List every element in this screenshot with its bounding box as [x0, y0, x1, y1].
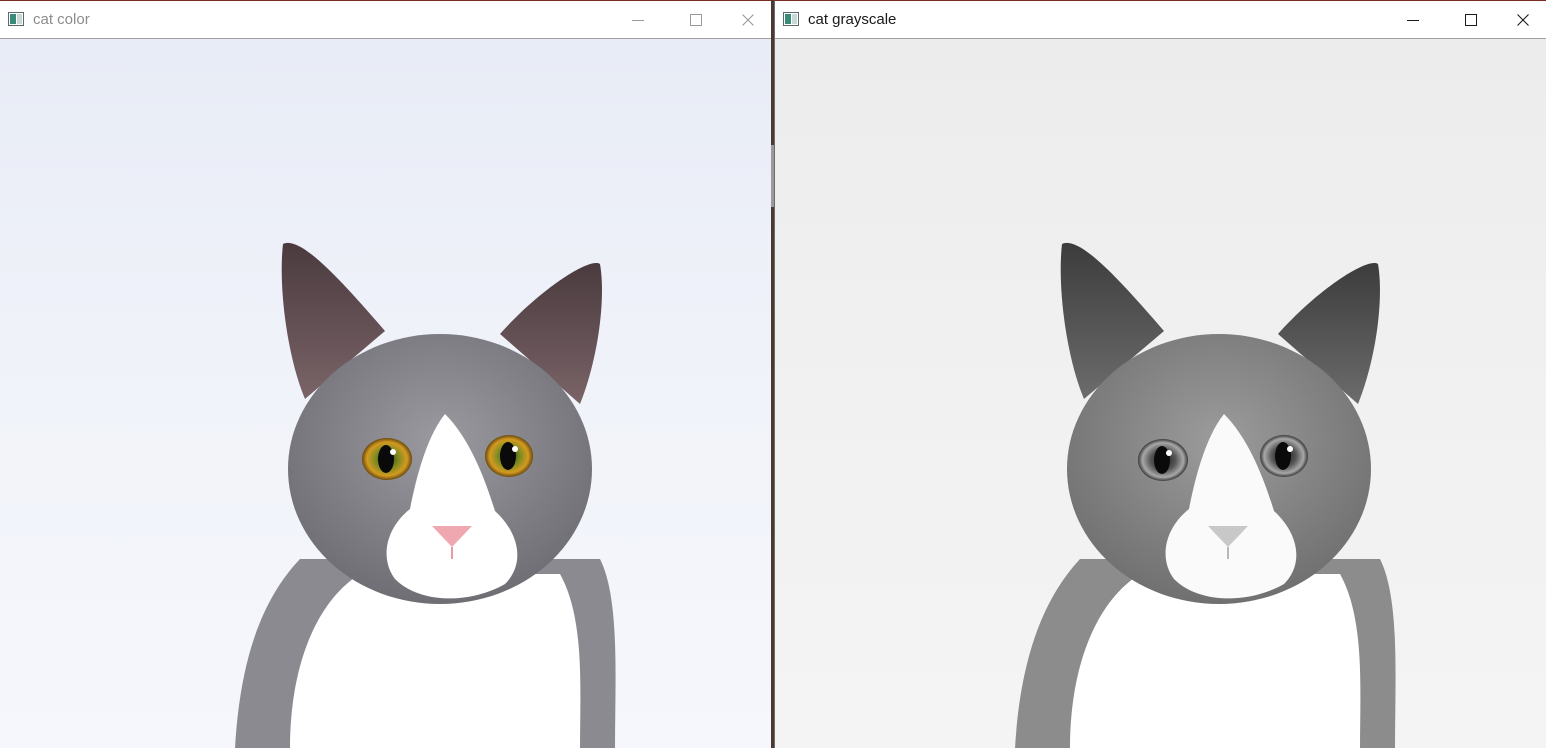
window-title: cat color [33, 11, 90, 28]
maximize-button[interactable] [673, 1, 719, 39]
cat-photo-color [0, 39, 771, 748]
image-canvas[interactable] [775, 39, 1546, 748]
maximize-icon [1465, 14, 1477, 26]
close-icon [742, 14, 754, 26]
cat-photo-grayscale [775, 39, 1546, 748]
close-icon [1517, 14, 1529, 26]
minimize-icon [632, 20, 644, 21]
title-bar[interactable]: cat grayscale [775, 1, 1546, 39]
close-button[interactable] [1500, 1, 1546, 39]
cat-color-window[interactable]: cat color [0, 0, 771, 748]
minimize-icon [1407, 20, 1419, 21]
opencv-window-icon [783, 12, 799, 26]
maximize-button[interactable] [1448, 1, 1494, 39]
maximize-icon [690, 14, 702, 26]
close-button[interactable] [725, 1, 771, 39]
image-canvas[interactable] [0, 39, 771, 748]
minimize-button[interactable] [1390, 1, 1436, 39]
opencv-window-icon [8, 12, 24, 26]
cat-grayscale-window[interactable]: cat grayscale [774, 0, 1546, 748]
window-title: cat grayscale [808, 11, 897, 28]
title-bar[interactable]: cat color [0, 1, 771, 39]
minimize-button[interactable] [615, 1, 661, 39]
